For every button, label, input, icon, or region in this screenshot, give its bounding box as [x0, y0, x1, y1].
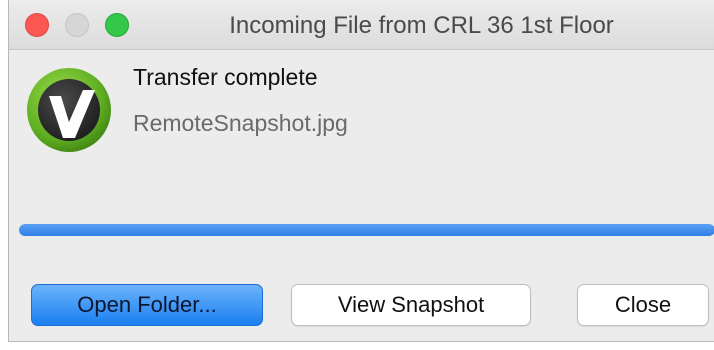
file-name: RemoteSnapshot.jpg	[133, 110, 348, 136]
progress-bar	[19, 224, 714, 236]
transfer-window: Incoming File from CRL 36 1st Floor Tran…	[8, 0, 714, 342]
title-bar[interactable]: Incoming File from CRL 36 1st Floor	[9, 0, 714, 50]
window-zoom-button[interactable]	[105, 13, 129, 37]
view-snapshot-button[interactable]: View Snapshot	[291, 284, 531, 326]
open-folder-button[interactable]: Open Folder...	[31, 284, 263, 326]
transfer-status: Transfer complete	[133, 64, 318, 90]
window-title: Incoming File from CRL 36 1st Floor	[229, 12, 614, 39]
window-close-button[interactable]	[25, 13, 49, 37]
app-logo-icon	[27, 68, 111, 152]
progress-bar-fill	[19, 224, 714, 236]
window-minimize-button[interactable]	[65, 13, 89, 37]
close-button[interactable]: Close	[577, 284, 709, 326]
